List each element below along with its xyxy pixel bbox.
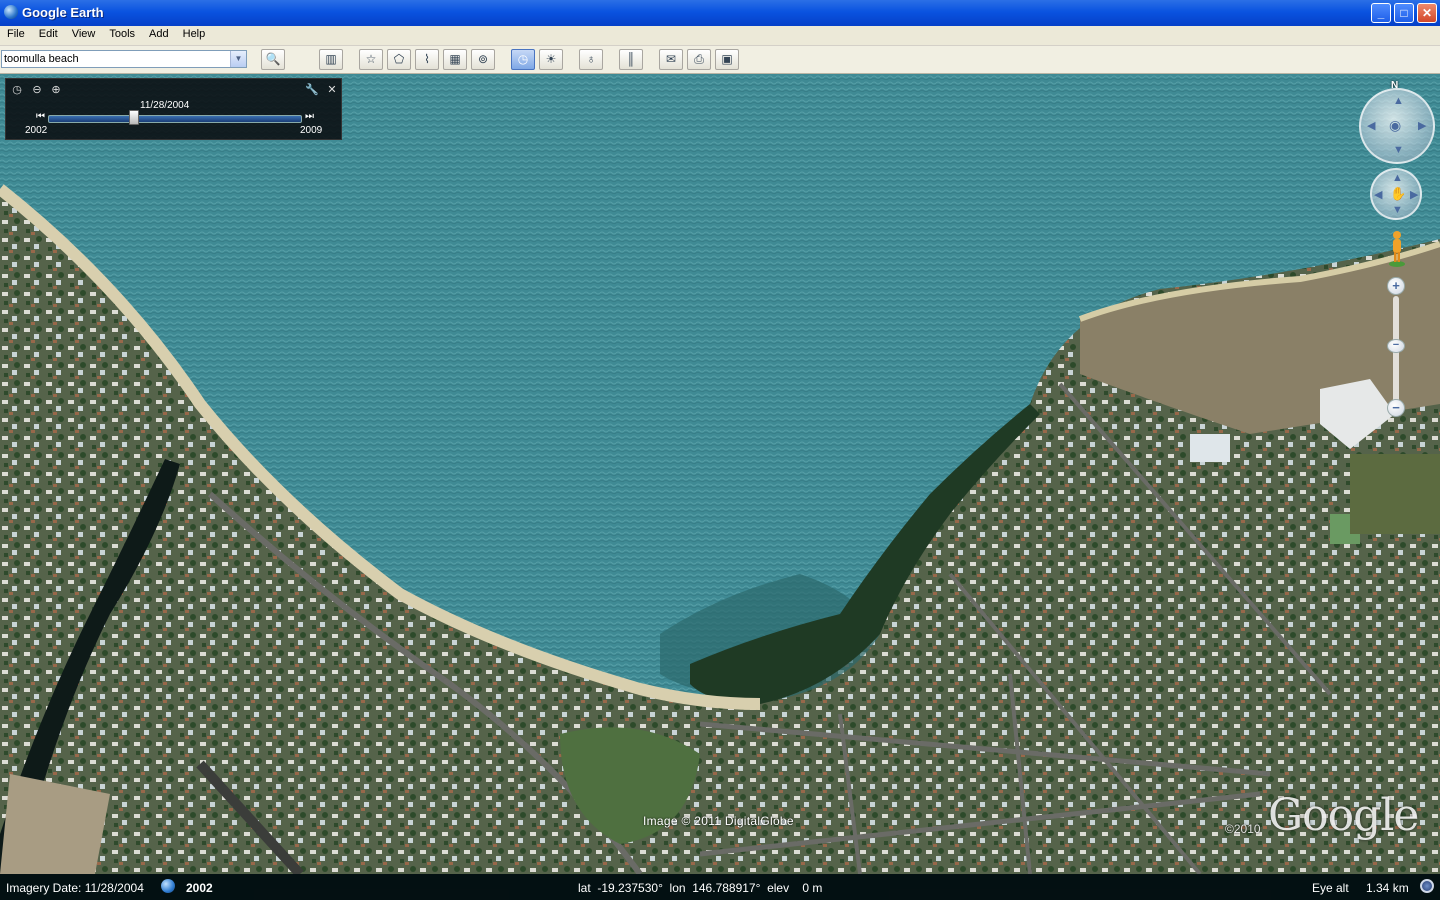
add-path-button[interactable]: ⌇ (415, 49, 439, 70)
historical-imagery-slider: ◷ ⊖ ⊕ 🔧 ✕ 11/28/2004 ⏮ ⏭ 2002 2009 (5, 78, 342, 140)
status-bar: Imagery Date: 11/28/2004 2002 lat -19.23… (0, 874, 1440, 900)
move-left-icon[interactable]: ◀ (1374, 188, 1382, 201)
menu-bar: File Edit View Tools Add Help (0, 26, 1440, 46)
slider-current-date: 11/28/2004 (140, 100, 190, 111)
menu-file[interactable]: File (0, 26, 32, 40)
close-slider-icon[interactable]: ✕ (325, 83, 339, 97)
globe-icon[interactable] (161, 879, 175, 893)
imagery-year-link[interactable]: 2002 (186, 881, 213, 895)
coordinates-readout: lat -19.237530° lon 146.788917° elev 0 m (578, 881, 823, 895)
skip-back-icon[interactable]: ⏮ (36, 111, 45, 122)
title-bar: Google Earth _ □ ✕ (0, 0, 1440, 26)
google-logo: Google (1268, 790, 1419, 841)
streaming-indicator-icon (1420, 879, 1434, 893)
sidebar-toggle-button[interactable]: ▥ (319, 49, 343, 70)
zoom-out-button[interactable]: − (1387, 399, 1405, 417)
search-dropdown-icon[interactable]: ▼ (230, 51, 246, 67)
menu-add[interactable]: Add (142, 26, 176, 40)
eye-altitude-label: Eye alt (1312, 881, 1349, 895)
clock-icon[interactable]: ◷ (10, 83, 24, 97)
zoom-in-time-icon[interactable]: ⊕ (49, 83, 63, 97)
search-box: ▼ (1, 50, 247, 68)
look-down-icon[interactable]: ▼ (1393, 144, 1404, 156)
record-tour-button[interactable]: ⊚ (471, 49, 495, 70)
wrench-icon[interactable]: 🔧 (305, 83, 319, 97)
historical-imagery-button[interactable]: ◷ (511, 49, 535, 70)
menu-help[interactable]: Help (176, 26, 213, 40)
eye-altitude-value: 1.34 km (1366, 881, 1409, 895)
skip-forward-icon[interactable]: ⏭ (305, 111, 314, 122)
eye-icon: ◉ (1389, 117, 1402, 133)
move-up-icon[interactable]: ▲ (1392, 172, 1403, 184)
minimize-button[interactable]: _ (1371, 3, 1391, 23)
zoom-out-time-icon[interactable]: ⊖ (30, 83, 44, 97)
zoom-in-button[interactable]: + (1387, 277, 1405, 295)
look-joystick[interactable]: ▲ ▼ ◀ ▶ ◉ (1359, 88, 1435, 164)
logo-year: ©2010 (1225, 822, 1261, 836)
maximize-button[interactable]: □ (1394, 3, 1414, 23)
add-image-overlay-button[interactable]: ▦ (443, 49, 467, 70)
move-right-icon[interactable]: ▶ (1410, 188, 1418, 201)
menu-view[interactable]: View (65, 26, 103, 40)
google-earth-icon (4, 5, 18, 19)
menu-edit[interactable]: Edit (32, 26, 65, 40)
sunlight-button[interactable]: ☀ (539, 49, 563, 70)
look-right-icon[interactable]: ▶ (1418, 119, 1426, 132)
email-button[interactable]: ✉ (659, 49, 683, 70)
window-title: Google Earth (22, 5, 104, 20)
hand-icon: ✋ (1390, 186, 1407, 201)
close-button[interactable]: ✕ (1417, 3, 1437, 23)
look-left-icon[interactable]: ◀ (1367, 119, 1375, 132)
slider-track[interactable] (48, 115, 302, 123)
move-joystick[interactable]: ▲ ▼ ◀ ▶ ✋ (1370, 168, 1422, 220)
imagery-copyright: Image © 2011 DigitalGlobe (643, 814, 794, 828)
search-input[interactable] (4, 52, 226, 66)
slider-end-year: 2009 (300, 125, 323, 136)
look-up-icon[interactable]: ▲ (1393, 95, 1404, 107)
ruler-button[interactable]: ║ (619, 49, 643, 70)
switch-planet-button[interactable]: ♁ (579, 49, 603, 70)
add-polygon-button[interactable]: ⬠ (387, 49, 411, 70)
street-view-pegman-icon[interactable] (1388, 230, 1406, 268)
move-down-icon[interactable]: ▼ (1392, 204, 1403, 216)
slider-thumb[interactable] (128, 110, 139, 125)
add-placemark-button[interactable]: ☆ (359, 49, 383, 70)
map-view[interactable] (0, 74, 1440, 874)
imagery-date: Imagery Date: 11/28/2004 (6, 881, 144, 895)
satellite-imagery (0, 74, 1440, 874)
print-button[interactable]: ⎙ (687, 49, 711, 70)
search-button[interactable]: 🔍 (261, 49, 285, 70)
menu-tools[interactable]: Tools (102, 26, 142, 40)
toolbar: ▼ 🔍 ▥ ☆ ⬠ ⌇ ▦ ⊚ ◷ ☀ ♁ ║ ✉ ⎙ ▣ (0, 46, 1440, 74)
save-image-button[interactable]: ▣ (715, 49, 739, 70)
slider-start-year: 2002 (25, 125, 48, 136)
